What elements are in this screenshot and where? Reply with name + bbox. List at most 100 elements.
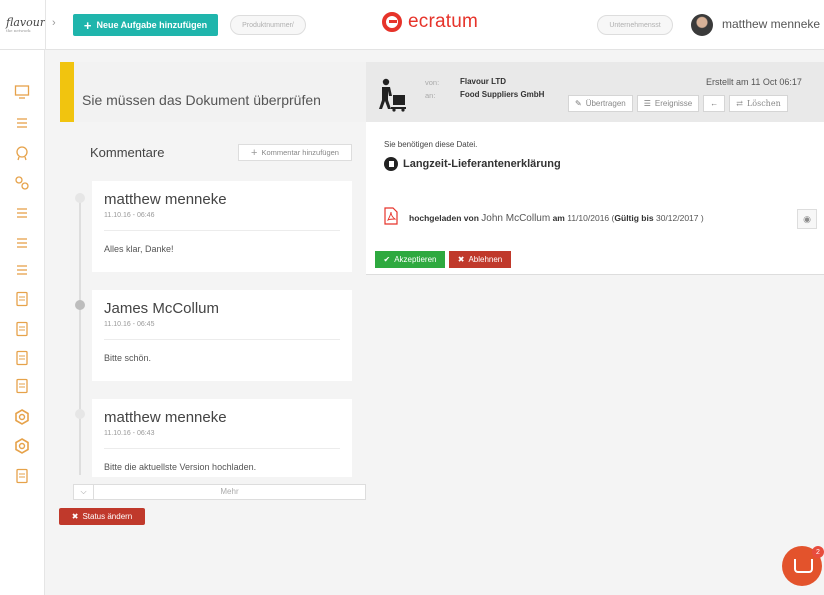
to-label: an: <box>425 91 436 100</box>
valid-until-date: 30/12/2017 <box>655 213 699 223</box>
valid-until-label: Gültig bis <box>614 213 654 223</box>
monitor-icon[interactable] <box>14 84 30 100</box>
certificate-icon[interactable] <box>14 145 30 161</box>
events-button[interactable]: ☰ Ereignisse <box>636 95 700 112</box>
list-icon: ☰ <box>643 99 651 108</box>
timeline-dot <box>75 409 85 419</box>
supplier-search-icon[interactable] <box>14 115 30 131</box>
reject-button[interactable]: ✖ Ablehnen <box>449 251 511 268</box>
comment-divider <box>104 339 340 340</box>
check-icon: ✔ <box>383 255 391 264</box>
delete-button[interactable]: ⇄ Löschen <box>729 95 788 112</box>
comment-author: matthew menneke <box>104 409 227 426</box>
from-label: von: <box>425 78 440 87</box>
app-logo[interactable]: flavour the network <box>6 16 45 33</box>
brand-name: ecratum <box>408 11 479 32</box>
from-value: Flavour LTD <box>460 77 507 86</box>
uploader-name: John McCollum <box>481 213 551 224</box>
company-search[interactable]: Unternehmensst <box>597 15 673 35</box>
close-icon: ✖ <box>71 512 79 521</box>
delete-label: Löschen <box>746 99 781 108</box>
product-search-placeholder: Produktnummer/ <box>242 21 294 29</box>
upload-on-label: am <box>552 213 565 223</box>
comment-card: matthew menneke 11.10.16 - 06:43 Bitte d… <box>92 399 352 477</box>
add-task-button[interactable]: + Neue Aufgabe hinzufügen <box>73 14 218 36</box>
document-name: Langzeit-Lieferantenerklärung <box>403 158 561 170</box>
pdf-file-icon[interactable] <box>384 207 398 225</box>
hexagon-gear-alt-icon[interactable] <box>14 438 30 454</box>
arrow-left-icon: ← <box>710 99 719 108</box>
to-value: Food Suppliers GmbH <box>460 90 545 99</box>
uploaded-by-label: hochgeladen von <box>409 213 479 223</box>
company-search-placeholder: Unternehmensst <box>609 21 661 29</box>
change-status-button[interactable]: ✖ Status ändern <box>59 508 145 525</box>
timeline-dot <box>75 193 85 203</box>
upload-info: hochgeladen von John McCollum am 11/10/2… <box>409 213 704 224</box>
hexagon-gear-icon[interactable] <box>14 409 30 425</box>
document-stamp-icon[interactable] <box>14 350 30 366</box>
person-with-box-icon <box>379 78 406 112</box>
comment-divider <box>104 448 340 449</box>
more-comments-button[interactable]: ⌵ Mehr <box>73 484 366 500</box>
comment-author: James McCollum <box>104 300 220 317</box>
top-bar: flavour the network › + Neue Aufgabe hin… <box>0 0 824 50</box>
preview-button[interactable]: ◉ <box>797 209 817 229</box>
swap-icon: ⇄ <box>736 99 743 108</box>
comment-time: 11.10.16 - 06:45 <box>104 321 155 328</box>
comment-text: Alles klar, Danke! <box>104 244 174 254</box>
comments-title: Kommentare <box>90 145 165 160</box>
timeline-line <box>79 200 81 475</box>
add-task-label: Neue Aufgabe hinzufügen <box>96 20 208 30</box>
need-file-text: Sie benötigen diese Datei. <box>384 140 478 149</box>
review-warning-bar <box>60 62 74 122</box>
more-label: Mehr <box>220 487 239 496</box>
logo-divider <box>45 0 46 50</box>
comment-time: 11.10.16 - 06:46 <box>104 212 155 219</box>
pencil-icon: ✎ <box>575 99 582 108</box>
upload-date: 11/10/2016 <box>567 213 610 223</box>
comment-time: 11.10.16 - 06:43 <box>104 430 155 437</box>
review-message: Sie müssen das Dokument überprüfen <box>82 92 321 108</box>
product-number-search[interactable]: Produktnummer/ <box>230 15 306 35</box>
change-status-label: Status ändern <box>82 512 133 521</box>
add-comment-button[interactable]: + Kommentar hinzufügen <box>238 144 352 161</box>
transfer-button[interactable]: ✎ Übertragen <box>568 95 633 112</box>
chevron-down-icon: ⌵ <box>74 485 94 499</box>
comment-divider <box>104 230 340 231</box>
chat-transfer-icon[interactable] <box>14 262 30 278</box>
document-list-icon[interactable] <box>14 291 30 307</box>
timeline-dot <box>75 300 85 310</box>
brand: ecratum <box>382 11 478 33</box>
partners-icon[interactable] <box>14 175 30 191</box>
ecratum-logo-icon <box>382 12 402 32</box>
document-box-icon[interactable] <box>14 378 30 394</box>
close-icon: ✖ <box>457 255 465 264</box>
plus-icon: + <box>251 146 258 159</box>
comment-author: matthew menneke <box>104 191 227 208</box>
reject-label: Ablehnen <box>468 255 503 264</box>
eye-icon: ◉ <box>803 213 811 224</box>
report-icon[interactable] <box>14 468 30 484</box>
document-icon <box>384 157 398 171</box>
add-comment-label: Kommentar hinzufügen <box>261 148 339 157</box>
accept-button[interactable]: ✔ Akzeptieren <box>375 251 445 268</box>
comment-text: Bitte die aktuellste Version hochladen. <box>104 462 257 472</box>
task-list-icon[interactable] <box>14 235 30 251</box>
transfer-label: Übertragen <box>585 99 626 108</box>
document-actions: ✎ Übertragen ☰ Ereignisse ← ⇄ Löschen <box>568 95 788 112</box>
paren-close: ) <box>700 213 704 223</box>
avatar[interactable] <box>691 14 713 36</box>
comment-card: matthew menneke 11.10.16 - 06:46 Alles k… <box>92 181 352 272</box>
comment-text: Bitte schön. <box>104 353 152 363</box>
plus-icon: + <box>83 17 92 33</box>
comment-card: James McCollum 11.10.16 - 06:45 Bitte sc… <box>92 290 352 381</box>
user-name[interactable]: matthew menneke <box>722 17 820 31</box>
document-check-icon[interactable] <box>14 321 30 337</box>
created-date: Erstellt am 11 Oct 06:17 <box>706 77 802 87</box>
accept-label: Akzeptieren <box>394 255 437 264</box>
chevron-right-icon[interactable]: › <box>52 17 56 29</box>
events-label: Ereignisse <box>654 99 693 108</box>
back-button[interactable]: ← <box>703 95 726 112</box>
checklist-icon[interactable] <box>14 205 30 221</box>
chat-badge: 2 <box>812 546 824 558</box>
